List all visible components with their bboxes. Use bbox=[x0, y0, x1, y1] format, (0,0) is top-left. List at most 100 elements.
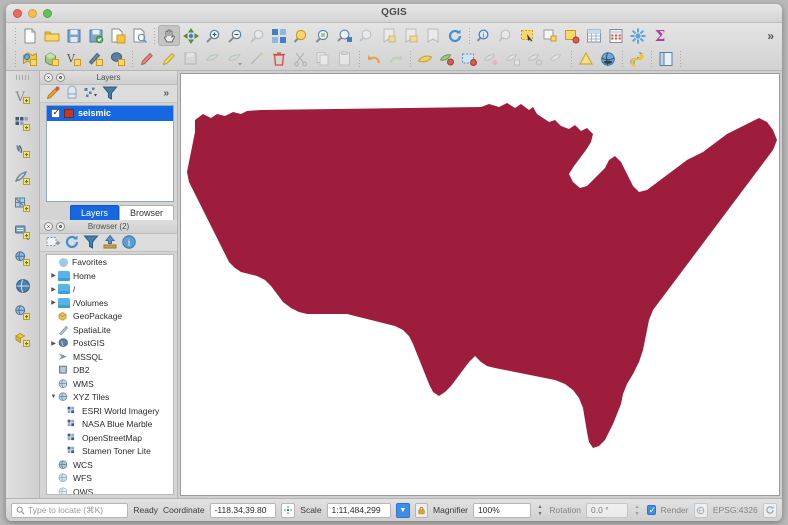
new-memory-layer-icon[interactable] bbox=[10, 167, 36, 189]
select-radius-icon[interactable] bbox=[546, 48, 568, 69]
select-features-icon[interactable] bbox=[517, 25, 539, 46]
deselect-all-icon[interactable] bbox=[480, 48, 502, 69]
identify-bookmark-icon[interactable] bbox=[378, 25, 400, 46]
zoom-native-icon[interactable] bbox=[334, 25, 356, 46]
browser-tree-item[interactable]: ▶ Home bbox=[47, 269, 173, 283]
add-wms-layer-icon[interactable] bbox=[10, 221, 36, 243]
zoom-in-icon[interactable] bbox=[202, 25, 224, 46]
new-project-icon[interactable] bbox=[19, 25, 41, 46]
layer-item-seismic[interactable]: seismic bbox=[47, 105, 174, 121]
add-arcgis-layer-icon[interactable] bbox=[10, 302, 36, 324]
layers-toolbar-overflow-button[interactable]: » bbox=[159, 88, 173, 99]
chevron-right-icon[interactable]: ▶ bbox=[49, 272, 58, 279]
extents-toggle-icon[interactable] bbox=[280, 502, 296, 518]
browser-tree-item[interactable]: ▶ NASA Blue Marble bbox=[47, 418, 173, 432]
processing-toolbox-icon[interactable] bbox=[627, 25, 649, 46]
zoom-next-icon[interactable] bbox=[356, 25, 378, 46]
select-by-expression-icon[interactable] bbox=[458, 48, 480, 69]
select-polygon-icon[interactable] bbox=[502, 48, 524, 69]
new-mesh-layer-icon[interactable] bbox=[10, 194, 36, 216]
tab-browser[interactable]: Browser bbox=[119, 204, 175, 220]
zoom-out-icon[interactable] bbox=[224, 25, 246, 46]
tab-layers[interactable]: Layers bbox=[70, 204, 120, 220]
chevron-right-icon[interactable]: ▶ bbox=[49, 286, 58, 293]
locator-widget[interactable]: Type to locate (⌘K) bbox=[11, 502, 129, 518]
collapse-all-icon[interactable] bbox=[101, 234, 118, 250]
crs-icon[interactable] bbox=[693, 502, 708, 518]
lock-icon[interactable] bbox=[414, 502, 429, 518]
add-selected-layers-icon[interactable] bbox=[44, 234, 61, 250]
statistical-summary-icon[interactable]: Σ bbox=[649, 25, 671, 46]
cut-features-icon[interactable] bbox=[290, 48, 312, 69]
new-spatialite-layer-icon[interactable] bbox=[10, 140, 36, 162]
save-project-icon[interactable] bbox=[63, 25, 85, 46]
zoom-to-layer-icon[interactable] bbox=[312, 25, 334, 46]
refresh-browser-icon[interactable] bbox=[63, 234, 80, 250]
browser-tree-item[interactable]: ▶ OWS bbox=[47, 485, 173, 495]
coordinate-input[interactable]: -118.34,39.80 bbox=[209, 502, 276, 518]
select-freehand-icon[interactable] bbox=[524, 48, 546, 69]
render-checkbox[interactable] bbox=[646, 504, 656, 516]
measure-area-icon[interactable] bbox=[414, 48, 436, 69]
browser-tree-item[interactable]: ▶ Favorites bbox=[47, 256, 173, 270]
browser-tree-item[interactable]: ▶ ESRI World Imagery bbox=[47, 404, 173, 418]
browser-tree-item[interactable]: ▶ DB2 bbox=[47, 364, 173, 378]
pan-to-selection-icon[interactable] bbox=[180, 25, 202, 46]
new-shapefile-layer-icon[interactable]: V bbox=[10, 86, 36, 108]
toggle-editing-icon[interactable] bbox=[158, 48, 180, 69]
paste-features-icon[interactable] bbox=[334, 48, 356, 69]
globe-plugin-icon[interactable] bbox=[597, 48, 619, 69]
add-vector-layer-icon[interactable] bbox=[19, 48, 41, 69]
select-value-icon[interactable] bbox=[561, 25, 583, 46]
add-wcs-layer-icon[interactable] bbox=[10, 248, 36, 270]
browser-tree-item[interactable]: ▶ WMS bbox=[47, 377, 173, 391]
browser-tree-item[interactable]: ▶ OpenStreetMap bbox=[47, 431, 173, 445]
map-canvas[interactable] bbox=[180, 73, 780, 496]
topology-checker-icon[interactable] bbox=[575, 48, 597, 69]
magnifier-stepper[interactable]: ▲ ▼ bbox=[536, 503, 545, 518]
add-postgis-layer-icon[interactable] bbox=[107, 48, 129, 69]
chevron-down-icon[interactable]: ▼ bbox=[49, 394, 58, 400]
open-project-icon[interactable] bbox=[41, 25, 63, 46]
magnifier-input[interactable]: 100% bbox=[473, 502, 531, 518]
expression-filter-icon[interactable] bbox=[101, 85, 118, 101]
toolbar-grip[interactable] bbox=[15, 75, 30, 80]
toolbar-overflow-button[interactable]: » bbox=[763, 29, 778, 43]
deselect-features-icon[interactable] bbox=[539, 25, 561, 46]
map-tips-icon[interactable] bbox=[422, 25, 444, 46]
zoom-last-icon[interactable] bbox=[246, 25, 268, 46]
messages-icon[interactable] bbox=[762, 502, 778, 518]
filter-browser-icon[interactable] bbox=[82, 234, 99, 250]
browser-tree-item[interactable]: ▶ /Volumes bbox=[47, 296, 173, 310]
add-feature-icon[interactable] bbox=[202, 48, 224, 69]
browser-tree-view[interactable]: ▶Favorites▶Home▶/▶/Volumes▶GeoPackage▶Sp… bbox=[46, 253, 175, 495]
redo-icon[interactable] bbox=[385, 48, 407, 69]
rotation-input[interactable]: 0.0 ° bbox=[586, 502, 628, 518]
zoom-full-icon[interactable] bbox=[268, 25, 290, 46]
browser-tree-item[interactable]: ▶ GeoPackage bbox=[47, 310, 173, 324]
add-wfs-layer-icon[interactable] bbox=[10, 275, 36, 297]
undo-icon[interactable] bbox=[363, 48, 385, 69]
vertex-tool-icon[interactable] bbox=[246, 48, 268, 69]
add-delimited-text-icon[interactable]: V bbox=[63, 48, 85, 69]
new-print-layout-icon[interactable] bbox=[107, 25, 129, 46]
layout-manager-icon[interactable] bbox=[129, 25, 151, 46]
python-console-icon[interactable] bbox=[626, 48, 648, 69]
browser-tree-item[interactable]: ▶ / bbox=[47, 283, 173, 297]
chevron-down-icon[interactable]: ▼ bbox=[396, 502, 410, 518]
zoom-to-selection-icon[interactable] bbox=[290, 25, 312, 46]
crs-value[interactable]: EPSG:4326 bbox=[713, 505, 758, 515]
save-layer-edits-icon[interactable] bbox=[180, 48, 202, 69]
show-layout-panel-icon[interactable] bbox=[655, 48, 677, 69]
save-project-as-icon[interactable] bbox=[85, 25, 107, 46]
add-group-icon[interactable] bbox=[63, 85, 80, 101]
browser-tree-item[interactable]: ▶ Stamen Toner Lite bbox=[47, 445, 173, 459]
layer-tree-view[interactable]: seismic bbox=[46, 104, 175, 202]
chevron-right-icon[interactable]: ▶ bbox=[49, 340, 58, 347]
chevron-right-icon[interactable]: ▶ bbox=[49, 299, 58, 306]
add-vectortile-layer-icon[interactable] bbox=[10, 329, 36, 351]
add-spatialite-layer-icon[interactable] bbox=[85, 48, 107, 69]
browser-tree-item[interactable]: ▶ WCS bbox=[47, 458, 173, 472]
add-raster-layer-icon[interactable] bbox=[41, 48, 63, 69]
measure-icon[interactable] bbox=[495, 25, 517, 46]
